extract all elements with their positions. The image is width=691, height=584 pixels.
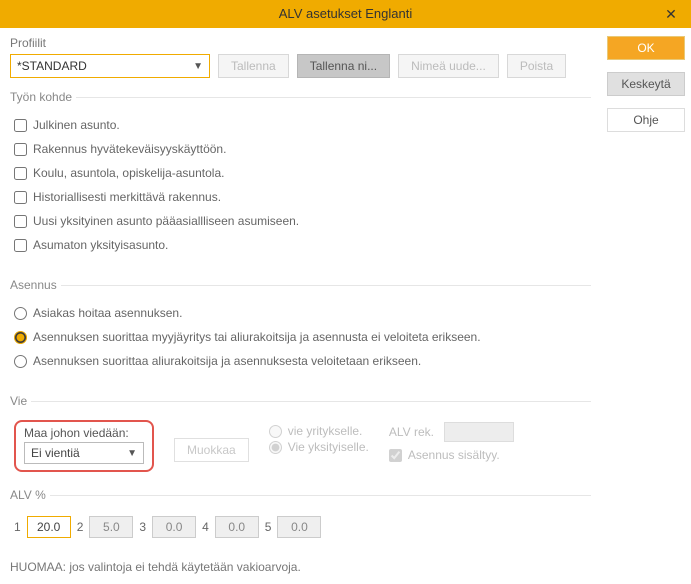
save-button[interactable]: Tallenna xyxy=(218,54,289,78)
main-panel: Profiilit *STANDARD ▼ Tallenna Tallenna … xyxy=(0,28,601,584)
cancel-button[interactable]: Keskeytä xyxy=(607,72,685,96)
alv-reg-field xyxy=(444,422,514,442)
work-check-5[interactable] xyxy=(14,239,27,252)
export-private-radio xyxy=(269,441,282,454)
export-country-label: Maa johon viedään: xyxy=(24,426,144,440)
export-company-radio xyxy=(269,425,282,438)
install-legend: Asennus xyxy=(10,278,61,292)
alv-label-1: 1 xyxy=(14,520,21,534)
work-item-3[interactable]: Historiallisesti merkittävä rakennus. xyxy=(14,190,587,204)
alv-legend: ALV % xyxy=(10,488,50,502)
work-target-group: Työn kohde Julkinen asunto. Rakennus hyv… xyxy=(10,90,591,266)
note-text: HUOMAA: jos valintoja ei tehdä käytetään… xyxy=(10,560,591,574)
export-group: Vie Maa johon viedään: Ei vientiä ▼ Muok… xyxy=(10,394,591,476)
profile-select[interactable]: *STANDARD ▼ xyxy=(10,54,210,78)
profile-value: *STANDARD xyxy=(17,59,87,73)
chevron-down-icon: ▼ xyxy=(127,448,137,459)
alv-reg-label: ALV rek. xyxy=(389,425,434,439)
install-option-0[interactable]: Asiakas hoitaa asennuksen. xyxy=(14,306,587,320)
alv-field-4[interactable]: 0.0 xyxy=(215,516,259,538)
window-title: ALV asetukset Englanti xyxy=(279,6,412,21)
save-as-button[interactable]: Tallenna ni... xyxy=(297,54,390,78)
work-item-4[interactable]: Uusi yksityinen asunto pääasiallliseen a… xyxy=(14,214,587,228)
profile-label: Profiilit xyxy=(10,36,591,50)
export-legend: Vie xyxy=(10,394,31,408)
work-check-1[interactable] xyxy=(14,143,27,156)
work-check-3[interactable] xyxy=(14,191,27,204)
work-target-legend: Työn kohde xyxy=(10,90,76,104)
alv-label-2: 2 xyxy=(77,520,84,534)
work-item-2[interactable]: Koulu, asuntola, opiskelija-asuntola. xyxy=(14,166,587,180)
export-country-select[interactable]: Ei vientiä ▼ xyxy=(24,442,144,464)
help-button[interactable]: Ohje xyxy=(607,108,685,132)
install-included-checkbox xyxy=(389,449,402,462)
ok-button[interactable]: OK xyxy=(607,36,685,60)
alv-field-5[interactable]: 0.0 xyxy=(277,516,321,538)
work-item-5[interactable]: Asumaton yksityisasunto. xyxy=(14,238,587,252)
alv-inputs: 1 20.0 2 5.0 3 0.0 4 0.0 5 0.0 xyxy=(14,516,587,538)
work-item-1[interactable]: Rakennus hyvätekeväisyyskäyttöön. xyxy=(14,142,587,156)
install-radio-1[interactable] xyxy=(14,331,27,344)
title-bar: ALV asetukset Englanti ✕ xyxy=(0,0,691,28)
work-check-2[interactable] xyxy=(14,167,27,180)
alv-label-3: 3 xyxy=(139,520,146,534)
close-icon[interactable]: ✕ xyxy=(651,0,691,28)
install-radio-0[interactable] xyxy=(14,307,27,320)
work-check-4[interactable] xyxy=(14,215,27,228)
export-company-option: vie yritykselle. xyxy=(269,424,369,438)
delete-button[interactable]: Poista xyxy=(507,54,566,78)
export-private-option: Vie yksityiselle. xyxy=(269,440,369,454)
alv-field-1[interactable]: 20.0 xyxy=(27,516,71,538)
install-option-2[interactable]: Asennuksen suorittaa aliurakoitsija ja a… xyxy=(14,354,587,368)
alv-label-4: 4 xyxy=(202,520,209,534)
work-check-0[interactable] xyxy=(14,119,27,132)
alv-label-5: 5 xyxy=(265,520,272,534)
work-item-0[interactable]: Julkinen asunto. xyxy=(14,118,587,132)
install-radio-2[interactable] xyxy=(14,355,27,368)
alv-group: ALV % 1 20.0 2 5.0 3 0.0 4 0.0 5 0.0 xyxy=(10,488,591,542)
export-country-box: Maa johon viedään: Ei vientiä ▼ xyxy=(14,420,154,472)
edit-button[interactable]: Muokkaa xyxy=(174,438,249,462)
alv-field-3[interactable]: 0.0 xyxy=(152,516,196,538)
side-panel: OK Keskeytä Ohje xyxy=(601,28,691,584)
rename-button[interactable]: Nimeä uude... xyxy=(398,54,499,78)
alv-field-2[interactable]: 5.0 xyxy=(89,516,133,538)
install-included-check: Asennus sisältyy. xyxy=(389,448,514,462)
chevron-down-icon: ▼ xyxy=(193,61,203,72)
install-option-1[interactable]: Asennuksen suorittaa myyjäyritys tai ali… xyxy=(14,330,587,344)
export-country-value: Ei vientiä xyxy=(31,446,80,460)
install-group: Asennus Asiakas hoitaa asennuksen. Asenn… xyxy=(10,278,591,382)
